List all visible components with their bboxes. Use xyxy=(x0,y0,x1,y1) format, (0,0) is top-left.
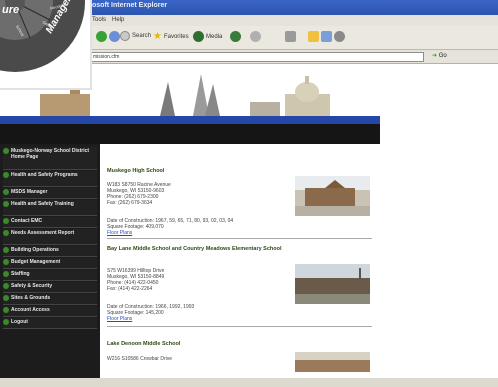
nav-bullet-icon xyxy=(3,247,9,253)
nav-bullet-icon xyxy=(3,148,9,154)
nav-label: Muskego-Norway School District Home Page xyxy=(11,148,90,160)
nav-bullet-icon xyxy=(3,201,9,207)
logo-ring-text-left: ure xyxy=(2,4,20,16)
school-fax: Fax: (414) 422-2264 xyxy=(107,286,153,292)
nav-bullet-icon xyxy=(3,230,9,236)
nav-bullet-icon xyxy=(3,295,9,301)
school-address-line: W216 S10586 Crowbar Drive xyxy=(107,356,173,362)
nav-item-sites-grounds[interactable]: Sites & Grounds xyxy=(3,294,97,305)
search-label: Search xyxy=(132,33,152,39)
nav-item-building-operations[interactable]: Building Operations xyxy=(3,246,97,257)
site-logo: ure Management Records Safety School xyxy=(0,0,92,90)
nav-item-logout[interactable]: Logout xyxy=(3,318,97,329)
mail-button[interactable] xyxy=(250,31,261,42)
school-photo xyxy=(295,264,370,304)
window-title: osoft Internet Explorer xyxy=(92,2,168,9)
nav-item-safety-security[interactable]: Safety & Security xyxy=(3,282,97,293)
nav-label: MSDS Manager xyxy=(11,189,48,195)
school-title: Bay Lane Middle School and Country Meado… xyxy=(107,246,282,252)
go-button[interactable]: ➜ Go xyxy=(432,52,447,59)
media-button[interactable]: Media xyxy=(193,31,222,42)
nav-item-health-safety-programs[interactable]: Health and Safety Programs xyxy=(3,171,97,187)
school-title: Lake Denoon Middle School xyxy=(107,341,181,347)
nav-label: Logout xyxy=(11,319,28,325)
media-icon xyxy=(193,31,204,42)
nav-label: Sites & Grounds xyxy=(11,295,51,301)
print-button[interactable] xyxy=(285,31,296,42)
home-icon[interactable] xyxy=(109,31,120,42)
search-button[interactable]: Search xyxy=(120,31,151,41)
page-right-margin xyxy=(380,64,498,387)
nav-label: Needs Assessment Report xyxy=(11,230,75,236)
web-page: Muskego-Norway School District Home Page… xyxy=(0,64,498,387)
school-fax: Fax: (262) 679-3634 xyxy=(107,200,153,206)
back-forward[interactable] xyxy=(96,31,120,42)
nav-bullet-icon xyxy=(3,189,9,195)
nav-item-contact-emc[interactable]: Contact EMC xyxy=(3,217,97,228)
nav-label: Budget Management xyxy=(11,259,61,265)
status-bar xyxy=(0,378,498,387)
banner-blue-stripe xyxy=(0,116,380,124)
refresh-icon[interactable] xyxy=(96,31,107,42)
nav-bullet-icon xyxy=(3,307,9,313)
nav-bullet-icon xyxy=(3,283,9,289)
messenger-icon[interactable] xyxy=(321,31,332,42)
nav-label: Safety & Security xyxy=(11,283,53,289)
search-icon xyxy=(120,31,130,41)
nav-label: Staffing xyxy=(11,271,30,277)
menu-help[interactable]: Help xyxy=(112,17,124,23)
menu-tools[interactable]: Tools xyxy=(92,17,106,23)
nav-bullet-icon xyxy=(3,259,9,265)
school-photo xyxy=(295,352,370,372)
nav-item-budget-management[interactable]: Budget Management xyxy=(3,258,97,269)
nav-label: Building Operations xyxy=(11,247,59,253)
star-icon: ★ xyxy=(153,31,162,42)
section-divider xyxy=(107,326,372,327)
go-arrow-icon: ➜ xyxy=(432,53,438,59)
media-label: Media xyxy=(206,33,223,40)
nav-label: Health and Safety Programs xyxy=(11,172,78,178)
go-label: Go xyxy=(438,53,447,59)
nav-item-home[interactable]: Muskego-Norway School District Home Page xyxy=(3,147,97,170)
nav-label: Account Access xyxy=(11,307,50,313)
folder-icon xyxy=(308,31,319,42)
school-title: Muskego High School xyxy=(107,168,165,174)
mail-icon xyxy=(250,31,261,42)
nav-label: Contact EMC xyxy=(11,218,43,224)
nav-bullet-icon xyxy=(3,319,9,325)
school-list: Muskego High School W183 S8750 Racine Av… xyxy=(100,144,380,387)
floor-plans-link[interactable]: Floor Plans xyxy=(107,230,132,236)
nav-item-account-access[interactable]: Account Access xyxy=(3,306,97,317)
address-input[interactable]: mission.cfm xyxy=(90,52,424,62)
folder-button[interactable] xyxy=(308,31,345,42)
section-divider xyxy=(107,238,372,239)
history-icon xyxy=(230,31,241,42)
side-navigation: Muskego-Norway School District Home Page… xyxy=(0,144,100,387)
school-photo xyxy=(295,176,370,216)
nav-item-needs-assessment[interactable]: Needs Assessment Report xyxy=(3,229,97,245)
banner-dark-strip xyxy=(0,124,380,144)
nav-bullet-icon xyxy=(3,218,9,224)
favorites-label: Favorites xyxy=(163,33,189,40)
floor-plans-link[interactable]: Floor Plans xyxy=(107,316,132,322)
favorites-button[interactable]: ★ Favorites xyxy=(153,31,189,42)
nav-item-msds-manager[interactable]: MSDS Manager xyxy=(3,188,97,199)
nav-item-staffing[interactable]: Staffing xyxy=(3,270,97,281)
nav-bullet-icon xyxy=(3,172,9,178)
nav-bullet-icon xyxy=(3,271,9,277)
nav-label: Health and Safety Training xyxy=(11,201,74,207)
discuss-icon[interactable] xyxy=(334,31,345,42)
nav-item-health-safety-training[interactable]: Health and Safety Training xyxy=(3,200,97,216)
history-button[interactable] xyxy=(230,31,241,42)
print-icon xyxy=(285,31,296,42)
